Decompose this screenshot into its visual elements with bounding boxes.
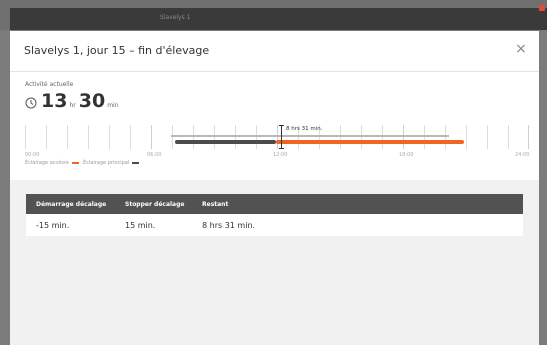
table-header: Démarrage décalage Stopper décalage Rest… bbox=[26, 194, 523, 214]
timeline-gridline bbox=[528, 125, 529, 149]
schedule-dialog: Slavelys 1, jour 15 – fin d'élevage × Ac… bbox=[10, 31, 539, 345]
timeline-gridline bbox=[214, 125, 215, 149]
tick-label: 00:00 bbox=[25, 152, 40, 158]
close-icon[interactable]: × bbox=[513, 41, 529, 57]
hours-unit: hr bbox=[69, 102, 76, 109]
legend-secondary-label: Éclairage accésre bbox=[25, 160, 69, 166]
timeline-gridline bbox=[487, 125, 488, 149]
schedule-table: Démarrage décalage Stopper décalage Rest… bbox=[26, 194, 523, 236]
hours-value: 13 bbox=[41, 90, 68, 112]
tick-label: 06:00 bbox=[147, 152, 162, 158]
timeline-gridline bbox=[193, 125, 194, 149]
window-titlebar: Slavelys 1 bbox=[10, 8, 547, 30]
tick-label: 24:00 bbox=[515, 152, 530, 158]
clock-icon bbox=[25, 97, 37, 109]
timeline-ticks: 00:00 06:00 12:00 18:00 24:00 bbox=[25, 152, 529, 160]
column-header: Démarrage décalage bbox=[36, 200, 107, 208]
timeline-gridline bbox=[508, 125, 509, 149]
window-close-icon[interactable] bbox=[539, 5, 545, 11]
timeline-remaining-track bbox=[171, 135, 449, 137]
window-topbar: Slavelys 1 bbox=[0, 0, 547, 30]
dialog-title: Slavelys 1, jour 15 – fin d'élevage bbox=[24, 44, 210, 57]
table-row[interactable]: -15 min. 15 min. 8 hrs 31 min. bbox=[26, 214, 523, 236]
timeline-gridline bbox=[256, 125, 257, 149]
timeline-legend: Éclairage accésre Éclairage principal bbox=[25, 160, 143, 166]
timeline-gridline bbox=[109, 125, 110, 149]
timeline-remaining-bar bbox=[276, 140, 464, 144]
window-title: Slavelys 1 bbox=[160, 14, 191, 21]
timeline-gridline bbox=[235, 125, 236, 149]
current-time-marker[interactable] bbox=[279, 125, 284, 149]
activity-duration: 13 hr 30 min bbox=[25, 90, 122, 116]
timeline-gridline bbox=[340, 125, 341, 149]
column-header: Restant bbox=[202, 200, 229, 208]
legend-secondary-swatch bbox=[71, 162, 79, 164]
dialog-header: Slavelys 1, jour 15 – fin d'élevage × bbox=[10, 31, 539, 72]
timeline-gridline bbox=[424, 125, 425, 149]
current-time-label: 8 hrs 31 min. bbox=[286, 126, 323, 132]
legend-primary-label: Éclairage principal bbox=[82, 160, 130, 166]
timeline-gridline bbox=[130, 125, 131, 149]
timeline-gridline bbox=[88, 125, 89, 149]
timeline-gridline bbox=[25, 125, 26, 149]
stop-offset-cell: 15 min. bbox=[125, 220, 156, 230]
timeline-elapsed-bar bbox=[175, 140, 276, 144]
timeline-gridline bbox=[151, 125, 152, 149]
minutes-value: 30 bbox=[78, 90, 106, 112]
activity-label: Activité actuelle bbox=[25, 81, 74, 88]
timeline-gridline bbox=[46, 125, 47, 149]
timeline-gridline bbox=[466, 125, 467, 149]
activity-panel: Activité actuelle 13 hr 30 min 8 hrs 31 … bbox=[10, 72, 539, 180]
timeline-gridline bbox=[445, 125, 446, 149]
start-offset-cell: -15 min. bbox=[36, 220, 70, 230]
timeline-gridline bbox=[382, 125, 383, 149]
timeline-gridline bbox=[403, 125, 404, 149]
timeline-gridline bbox=[67, 125, 68, 149]
timeline-gridline bbox=[277, 125, 278, 149]
column-header: Stopper décalage bbox=[125, 200, 185, 208]
tick-label: 12:00 bbox=[273, 152, 288, 158]
legend-primary-swatch bbox=[132, 162, 140, 164]
lighting-timeline: 8 hrs 31 min. bbox=[25, 125, 529, 149]
minutes-unit: min bbox=[107, 102, 119, 109]
timeline-gridline bbox=[361, 125, 362, 149]
timeline-gridline bbox=[172, 125, 173, 149]
tick-label: 18:00 bbox=[399, 152, 414, 158]
remaining-cell: 8 hrs 31 min. bbox=[202, 220, 256, 230]
